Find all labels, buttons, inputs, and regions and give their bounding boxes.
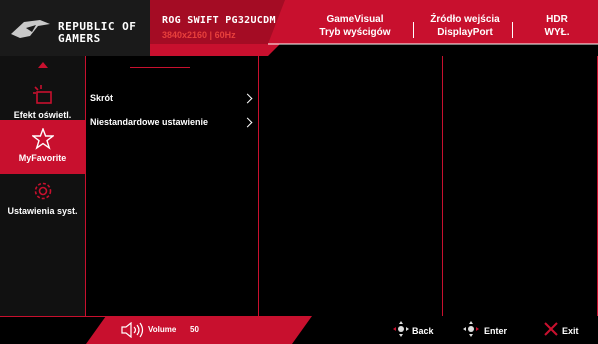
volume-icon[interactable] [120,322,146,338]
volume-value: 50 [190,325,199,334]
gamevisual-value: Tryb wyścigów [319,27,391,38]
rog-eye-icon [11,20,50,38]
resolution-text: 3840x2160 | [162,30,213,40]
refresh-rate-text: 60Hz [214,30,236,40]
gamevisual-status: GameVisual Tryb wyścigów [300,13,410,39]
sidebar-item-system-settings[interactable]: Ustawienia syst. [0,176,85,226]
input-source-value: DisplayPort [437,27,493,38]
input-source-title: Źródło wejścia [430,14,500,25]
header-accent-line [130,67,190,68]
brand-line2: GAMERS [58,32,101,45]
exit-button[interactable]: Exit [562,326,579,336]
header-bar: REPUBLIC OF GAMERS ROG SWIFT PG32UCDM 38… [0,0,598,56]
header-divider [512,22,513,38]
volume-label: Volume [148,325,177,334]
sidebar-item-label: MyFavorite [18,153,67,163]
back-button[interactable]: Back [412,326,434,336]
joystick-enter-icon [463,321,479,337]
menu-item-label: Niestandardowe ustawienie [90,117,209,127]
hdr-status: HDR WYŁ. [522,13,592,39]
menu-item-shortcut[interactable]: Skrót [90,93,250,103]
sidebar-item-label: Efekt oświetl. [13,110,72,120]
hdr-value: WYŁ. [544,27,570,38]
gear-icon [34,182,52,200]
model-name: ROG SWIFT PG32UCDM [162,15,276,26]
brand-name: REPUBLIC OF GAMERS [58,21,136,45]
input-source-status: Źródło wejścia DisplayPort [420,13,510,39]
light-effect-icon [33,85,52,104]
resolution-info: 3840x2160 | 60Hz [162,30,236,40]
star-icon [32,128,54,150]
gamevisual-title: GameVisual [326,14,384,25]
footer-bar [0,316,598,344]
sidebar-item-label: Ustawienia syst. [7,206,78,216]
enter-button[interactable]: Enter [484,326,507,336]
menu-item-label: Skrót [90,93,114,103]
rog-logo: REPUBLIC OF GAMERS [10,10,150,46]
column-divider [258,56,259,316]
menu-item-custom-setting[interactable]: Niestandardowe ustawienie [90,117,250,127]
header-divider [413,22,414,38]
column-divider [442,56,443,316]
hdr-title: HDR [546,14,568,25]
close-icon[interactable] [544,322,558,336]
column-divider [85,56,86,316]
sidebar-item-myfavorite[interactable]: MyFavorite [0,120,85,174]
scroll-up-icon[interactable] [38,62,48,68]
joystick-back-icon [393,321,409,337]
